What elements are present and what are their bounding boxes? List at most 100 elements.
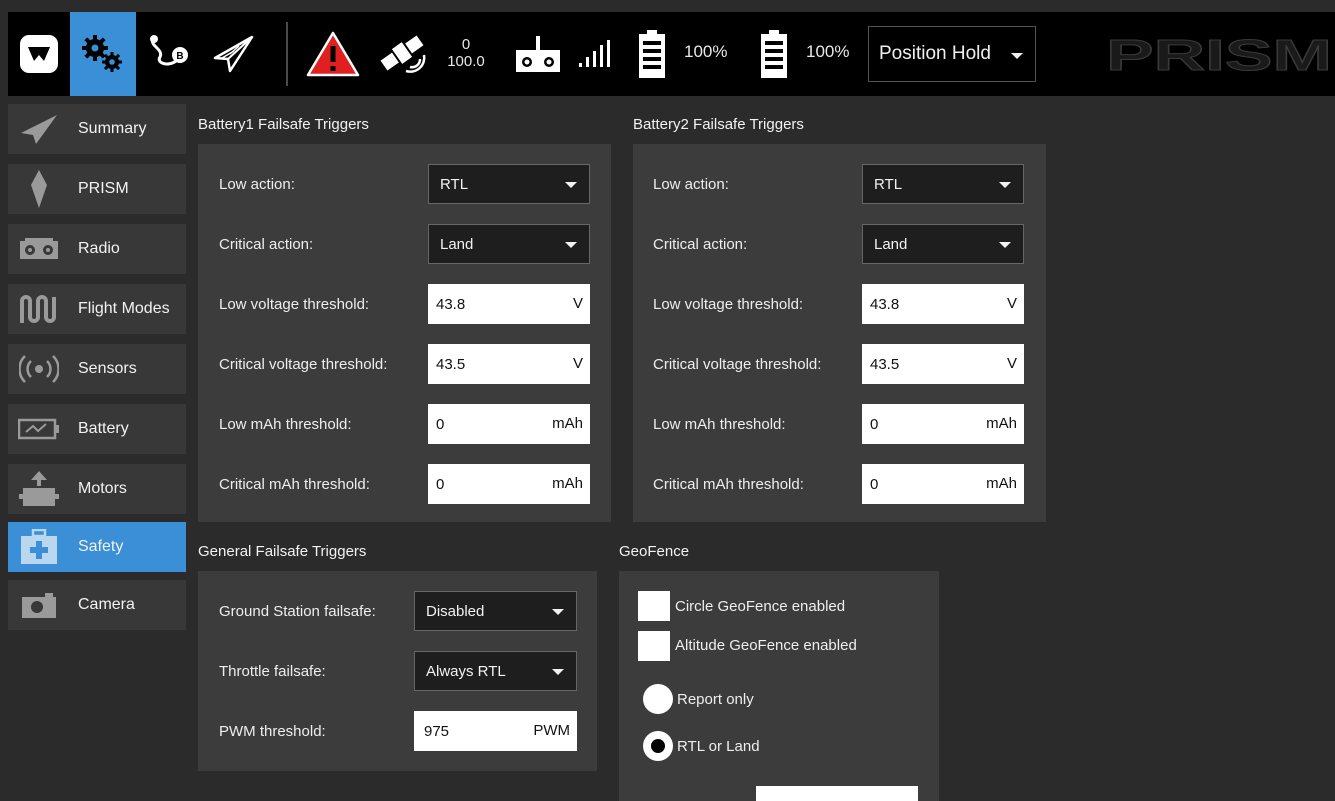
battery1-critical-mah-label: Critical mAh threshold:: [219, 476, 370, 493]
battery1-low-action-value: RTL: [440, 175, 469, 193]
battery1-low-voltage-label: Low voltage threshold:: [219, 296, 370, 313]
flight-mode-dropdown[interactable]: Position Hold: [868, 26, 1036, 82]
battery1-low-action-dropdown[interactable]: RTL: [428, 164, 590, 204]
fly-view-button[interactable]: [202, 12, 266, 96]
vehicle-warning-indicator[interactable]: [298, 12, 368, 96]
battery2-critical-voltage-label: Critical voltage threshold:: [653, 356, 822, 373]
battery1-critical-action-dropdown[interactable]: Land: [428, 224, 590, 264]
prism-brand-logo: PRISM: [1106, 31, 1332, 81]
sidebar-item-label: Motors: [78, 480, 127, 497]
flight-mode-value: Position Hold: [879, 43, 991, 64]
battery2-low-action-dropdown[interactable]: RTL: [862, 164, 1024, 204]
gcs-failsafe-label: Ground Station failsafe:: [219, 603, 376, 620]
sidebar-item-label: Radio: [78, 240, 120, 257]
battery1-low-mah-field[interactable]: 0 mAh: [428, 404, 590, 444]
paper-plane-icon: [213, 35, 254, 73]
battery-full-icon: [639, 30, 665, 78]
pwm-unit: PWM: [533, 722, 570, 739]
battery1-section-title: Battery1 Failsafe Triggers: [198, 116, 369, 133]
mah-unit: mAh: [552, 415, 583, 432]
sidebar-item-battery[interactable]: Battery: [8, 404, 186, 454]
sidebar-item-label: Sensors: [78, 360, 137, 377]
battery1-critical-action-label: Critical action:: [219, 236, 314, 253]
battery2-panel: Low action: RTL Critical action: Land Lo…: [633, 144, 1046, 522]
setup-gears-button[interactable]: [70, 12, 136, 96]
circle-geofence-checkbox[interactable]: [638, 591, 670, 621]
pwm-threshold-field[interactable]: 975 PWM: [414, 711, 577, 751]
throttle-failsafe-dropdown[interactable]: Always RTL: [414, 651, 577, 691]
battery1-indicator[interactable]: [630, 12, 674, 96]
battery2-low-mah-value: 0: [870, 415, 879, 433]
radio-selected-dot: [651, 739, 665, 753]
gps-status-indicator[interactable]: [368, 12, 438, 96]
gps-hdop: 100.0: [447, 53, 485, 70]
app-logo-button[interactable]: [8, 12, 70, 96]
battery2-critical-action-dropdown[interactable]: Land: [862, 224, 1024, 264]
battery1-critical-mah-value: 0: [436, 475, 445, 493]
sidebar-item-motors[interactable]: Motors: [8, 464, 186, 514]
sidebar-item-radio[interactable]: Radio: [8, 224, 186, 274]
radio-icon: [8, 224, 70, 274]
battery2-section-title: Battery2 Failsafe Triggers: [633, 116, 804, 133]
throttle-failsafe-value: Always RTL: [426, 662, 506, 680]
chevron-down-icon: [999, 242, 1011, 248]
sidebar-item-flight-modes[interactable]: Flight Modes: [8, 284, 186, 334]
rtl-or-land-radio[interactable]: [643, 731, 673, 761]
svg-text:PRISM: PRISM: [1106, 31, 1332, 80]
battery1-low-voltage-field[interactable]: 43.8 V: [428, 284, 590, 324]
sidebar-item-label: Summary: [78, 120, 147, 137]
rc-transmitter-icon: [516, 36, 560, 72]
pwm-threshold-label: PWM threshold:: [219, 723, 326, 740]
battery2-low-action-value: RTL: [874, 175, 903, 193]
signal-bars-icon: [579, 40, 610, 67]
voltage-unit: V: [572, 295, 583, 312]
circle-geofence-label: Circle GeoFence enabled: [675, 598, 846, 615]
report-only-label: Report only: [677, 691, 754, 708]
mah-unit: mAh: [986, 475, 1017, 492]
sidebar-item-label: PRISM: [78, 180, 129, 197]
general-section-title: General Failsafe Triggers: [198, 543, 367, 560]
battery1-panel: Low action: RTL Critical action: Land Lo…: [198, 144, 611, 522]
sidebar-item-label: Safety: [78, 538, 124, 555]
battery2-critical-action-label: Critical action:: [653, 236, 748, 253]
battery2-critical-mah-value: 0: [870, 475, 879, 493]
plan-view-button[interactable]: B: [136, 12, 202, 96]
battery1-critical-mah-field[interactable]: 0 mAh: [428, 464, 590, 504]
battery2-critical-voltage-field[interactable]: 43.5 V: [862, 344, 1024, 384]
chevron-down-icon: [1011, 53, 1023, 59]
sidebar-item-safety[interactable]: Safety: [8, 522, 186, 572]
rc-status-indicator[interactable]: [504, 12, 572, 96]
battery-icon: [8, 404, 70, 454]
chevron-down-icon: [999, 182, 1011, 188]
battery1-low-voltage-value: 43.8: [436, 295, 466, 313]
svg-text:B: B: [176, 51, 183, 62]
sidebar-item-prism[interactable]: PRISM: [8, 164, 186, 214]
prism-icon: [8, 164, 70, 214]
battery1-critical-voltage-label: Critical voltage threshold:: [219, 356, 388, 373]
battery2-indicator[interactable]: [752, 12, 796, 96]
gcs-failsafe-value: Disabled: [426, 602, 485, 620]
rssi-indicator[interactable]: [572, 12, 618, 96]
throttle-failsafe-label: Throttle failsafe:: [219, 663, 326, 680]
battery2-critical-mah-field[interactable]: 0 mAh: [862, 464, 1024, 504]
battery2-percent: 100%: [806, 42, 850, 61]
sidebar-item-camera[interactable]: Camera: [8, 580, 186, 630]
general-failsafe-panel: Ground Station failsafe: Disabled Thrott…: [198, 571, 597, 771]
battery2-low-mah-field[interactable]: 0 mAh: [862, 404, 1024, 444]
sidebar-item-sensors[interactable]: Sensors: [8, 344, 186, 394]
chevron-down-icon: [552, 609, 564, 615]
geofence-scroll-element[interactable]: [756, 786, 918, 801]
gcs-failsafe-dropdown[interactable]: Disabled: [414, 591, 577, 631]
battery1-low-action-label: Low action:: [219, 176, 295, 193]
altitude-geofence-checkbox[interactable]: [638, 631, 670, 661]
report-only-radio[interactable]: [643, 684, 673, 714]
main-toolbar: B 0 100.0 100% 100% Position Hold PRISM: [8, 12, 1335, 96]
first-aid-icon: [8, 522, 70, 572]
route-plan-icon: B: [150, 35, 188, 66]
battery2-critical-mah-label: Critical mAh threshold:: [653, 476, 804, 493]
sidebar-item-summary[interactable]: Summary: [8, 104, 186, 154]
rtl-or-land-label: RTL or Land: [677, 738, 760, 755]
battery2-low-voltage-field[interactable]: 43.8 V: [862, 284, 1024, 324]
sidebar-item-label: Camera: [78, 596, 135, 613]
battery1-critical-voltage-field[interactable]: 43.5 V: [428, 344, 590, 384]
